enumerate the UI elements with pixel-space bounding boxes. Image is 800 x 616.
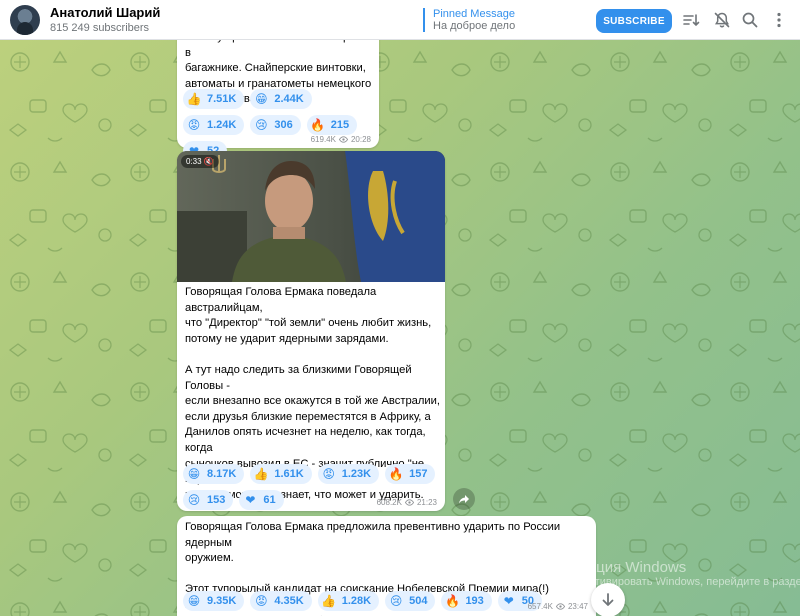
view-count: 619.4K [310, 135, 336, 144]
reaction-button[interactable]: 😡 1.23K [317, 464, 380, 484]
pinned-message[interactable]: Pinned Message На доброе дело [423, 8, 515, 32]
message-time: 20:28 [350, 135, 371, 144]
search-icon[interactable] [740, 10, 760, 30]
fire-icon: 🔥 [310, 118, 326, 132]
share-button[interactable] [453, 488, 475, 510]
subscribe-button[interactable]: SUBSCRIBE [596, 9, 672, 33]
reaction-button[interactable]: 😁 8.17K [183, 464, 245, 484]
channel-avatar[interactable] [10, 5, 40, 35]
reaction-button[interactable]: 🔥 193 [441, 591, 492, 611]
message-bubble[interactable]: Вот эту прелесть везли в ЕС прямо в бага… [177, 40, 379, 161]
reaction-button[interactable]: 🔥 157 [385, 464, 436, 484]
reaction-button[interactable]: 😁 9.35K [183, 591, 245, 611]
message-meta: 619.4K 20:28 [311, 135, 371, 144]
grinning-face-icon: 😁 [187, 467, 201, 481]
view-count: 608.2K [376, 498, 402, 507]
reaction-button[interactable]: ❤ 61 [239, 490, 284, 510]
fire-icon: 🔥 [444, 594, 460, 608]
reaction-button[interactable]: 👍 7.51K [183, 89, 245, 109]
reaction-button[interactable]: 😁 2.44K [250, 89, 312, 109]
crying-face-icon: 😢 [255, 118, 268, 132]
reaction-button[interactable]: 👍 1.61K [250, 464, 312, 484]
message-bubble[interactable]: 0:33 🔇 Говорящая Голова Ермака поведала … [177, 151, 445, 563]
message-time: 23:47 [567, 602, 588, 611]
pinned-message-text: На доброе дело [433, 20, 516, 32]
crying-face-icon: 😢 [187, 493, 201, 507]
heart-icon: ❤ [503, 594, 514, 608]
message-meta: 657.4K 23:47 [528, 602, 588, 611]
bell-muted-icon[interactable] [712, 10, 732, 30]
message-bubble[interactable]: Говорящая Голова Ермака предложила преве… [177, 516, 596, 616]
reaction-button[interactable]: 😢 504 [385, 591, 436, 611]
thumbs-up-icon: 👍 [186, 92, 202, 106]
angry-face-icon: 😡 [255, 594, 268, 608]
arrow-down-icon [602, 593, 614, 606]
pinned-message-title: Pinned Message [433, 8, 515, 20]
reaction-button[interactable]: 👍 1.28K [317, 591, 380, 611]
channel-name[interactable]: Анатолий Шарий [50, 5, 160, 20]
fire-icon: 🔥 [388, 467, 404, 481]
video-player[interactable]: 0:33 🔇 [177, 151, 445, 282]
reaction-button[interactable]: 🔥 215 [306, 115, 358, 135]
message-meta: 608.2K 21:23 [377, 498, 437, 507]
heart-icon: ❤ [245, 493, 256, 507]
grinning-face-icon: 😁 [255, 92, 268, 106]
os-activation-watermark: Активация Windows Чтобы активировать Win… [548, 559, 800, 588]
reaction-button[interactable]: 😡 1.24K [183, 115, 245, 135]
eye-icon [555, 603, 565, 610]
video-duration-badge: 0:33 🔇 [181, 155, 219, 168]
eye-icon [338, 136, 348, 143]
thumbs-up-icon: 👍 [253, 467, 269, 481]
chat-area[interactable]: Вот эту прелесть везли в ЕС прямо в бага… [0, 40, 800, 616]
reaction-button[interactable]: 😢 306 [250, 115, 301, 135]
reactions-row: 😁 9.35K 😡 4.35K 👍 1.28K 😢 504 🔥 193 ❤ 50 [183, 591, 563, 611]
more-icon[interactable] [769, 10, 789, 30]
grinning-face-icon: 😁 [187, 594, 201, 608]
crying-face-icon: 😢 [389, 594, 403, 608]
angry-face-icon: 😡 [322, 467, 335, 481]
video-frame [177, 151, 445, 282]
reaction-button[interactable]: 😢 153 [183, 490, 234, 510]
reaction-button[interactable]: 😡 4.35K [250, 591, 312, 611]
subscriber-count: 815 249 subscribers [50, 22, 150, 34]
share-icon [459, 495, 469, 504]
channel-header: Анатолий Шарий 815 249 subscribers Pinne… [0, 0, 800, 40]
sort-icon[interactable] [681, 10, 701, 30]
message-time: 21:23 [416, 498, 437, 507]
thumbs-up-icon: 👍 [321, 594, 337, 608]
angry-face-icon: 😡 [187, 118, 201, 132]
eye-icon [404, 499, 414, 506]
view-count: 657.4K [527, 602, 553, 611]
